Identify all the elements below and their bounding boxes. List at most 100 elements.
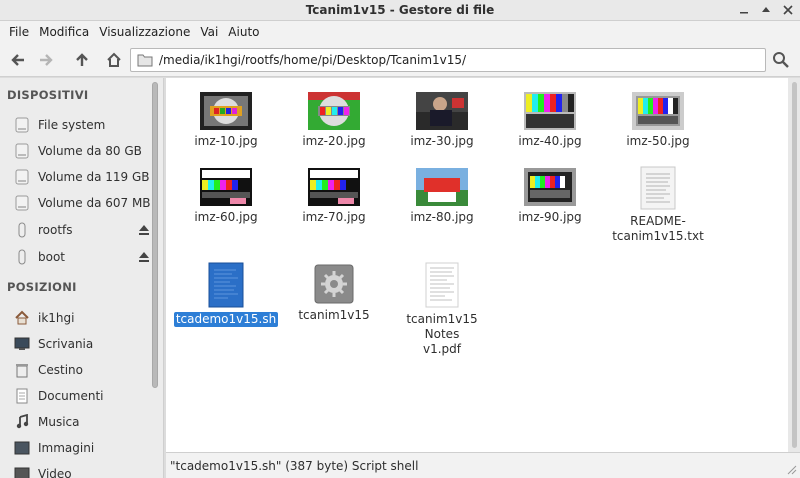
file-item[interactable]: imz-50.jpg — [604, 92, 712, 149]
location-bar[interactable]: /media/ik1hgi/rootfs/home/pi/Desktop/Tca… — [130, 48, 766, 72]
sidebar-item-documents[interactable]: Documenti — [14, 386, 152, 406]
maximize-icon[interactable] — [758, 2, 774, 18]
sidebar-item-desktop[interactable]: Scrivania — [14, 334, 152, 354]
drive-icon — [14, 195, 30, 211]
eject-icon[interactable] — [138, 251, 150, 263]
image-thumbnail — [308, 168, 360, 206]
home-icon — [14, 310, 30, 326]
title-bar: Tcanim1v15 - Gestore di file — [0, 0, 800, 21]
file-name: imz-40.jpg — [518, 134, 582, 148]
file-view[interactable]: imz-10.jpg imz-20.jpg imz-30.jpg imz-40.… — [166, 78, 788, 452]
file-name: tcademo1v15.sh — [173, 312, 279, 327]
file-item[interactable]: imz-20.jpg — [280, 92, 388, 149]
folder-icon — [137, 54, 153, 67]
image-thumbnail — [200, 92, 252, 130]
sidebar-item-label: Cestino — [38, 363, 83, 377]
back-button[interactable] — [8, 50, 28, 70]
sidebar-item-volume-119[interactable]: Volume da 119 GB — [14, 167, 152, 187]
eject-icon[interactable] — [138, 224, 150, 236]
resize-grip-icon[interactable] — [787, 465, 797, 475]
menu-go[interactable]: Vai — [195, 25, 223, 39]
file-name: tcanim1v15 — [298, 308, 370, 322]
file-view-scroll-thumb[interactable] — [792, 82, 797, 448]
file-name: tcanim1v15 Notes v1.pdf — [406, 312, 478, 356]
file-item[interactable]: tcanim1v15 — [280, 264, 388, 323]
arrow-left-icon — [11, 54, 24, 66]
sidebar-item-volume-80[interactable]: Volume da 80 GB — [14, 141, 152, 161]
menu-bar: File Modifica Visualizzazione Vai Aiuto — [0, 21, 800, 43]
arrow-right-icon — [40, 54, 53, 66]
file-item[interactable]: imz-60.jpg — [172, 168, 280, 225]
file-name: imz-90.jpg — [518, 210, 582, 224]
file-item[interactable]: imz-70.jpg — [280, 168, 388, 225]
file-item[interactable]: imz-30.jpg — [388, 92, 496, 149]
executable-gear-icon — [314, 264, 354, 304]
image-thumbnail — [632, 92, 684, 130]
file-name: imz-70.jpg — [302, 210, 366, 224]
sidebar-item-label: Musica — [38, 415, 80, 429]
documents-icon — [14, 388, 30, 404]
menu-file[interactable]: File — [4, 25, 34, 39]
file-view-scrollbar[interactable] — [788, 78, 800, 452]
sidebar-scroll-thumb[interactable] — [152, 82, 158, 388]
sidebar-item-label: Immagini — [38, 441, 95, 455]
usb-drive-icon — [14, 249, 30, 265]
drive-icon — [14, 117, 30, 133]
sidebar-item-trash[interactable]: Cestino — [14, 360, 152, 380]
sidebar-item-video[interactable]: Video — [14, 464, 152, 478]
up-button[interactable] — [72, 50, 92, 70]
file-name: imz-30.jpg — [410, 134, 474, 148]
sidebar-item-volume-607[interactable]: Volume da 607 MB — [14, 193, 152, 213]
image-thumbnail — [308, 92, 360, 130]
sidebar-item-rootfs[interactable]: rootfs — [14, 220, 152, 240]
forward-button[interactable] — [36, 50, 56, 70]
file-item[interactable]: tcanim1v15 Notes v1.pdf — [388, 262, 496, 357]
sidebar-item-filesystem[interactable]: File system — [14, 115, 152, 135]
sidebar-item-label: Documenti — [38, 389, 104, 403]
window-title: Tcanim1v15 - Gestore di file — [305, 3, 495, 17]
sidebar-item-label: boot — [38, 250, 66, 264]
status-text: "tcademo1v15.sh" (387 byte) Script shell — [170, 458, 419, 473]
location-path: /media/ik1hgi/rootfs/home/pi/Desktop/Tca… — [159, 53, 467, 67]
sidebar-item-music[interactable]: Musica — [14, 412, 152, 432]
sidebar-item-pictures[interactable]: Immagini — [14, 438, 152, 458]
file-name: imz-20.jpg — [302, 134, 366, 148]
minimize-icon[interactable] — [736, 2, 752, 18]
file-item[interactable]: imz-40.jpg — [496, 92, 604, 149]
sidebar-item-label: Volume da 80 GB — [38, 144, 142, 158]
video-icon — [14, 466, 30, 478]
music-icon — [14, 414, 30, 430]
close-icon[interactable] — [780, 2, 796, 18]
sidebar-scrollbar[interactable] — [150, 78, 160, 478]
sidebar-item-label: Volume da 607 MB — [38, 196, 151, 210]
image-thumbnail — [524, 92, 576, 130]
file-name: imz-80.jpg — [410, 210, 474, 224]
sidebar-item-label: Volume da 119 GB — [38, 170, 150, 184]
usb-drive-icon — [14, 222, 30, 238]
file-item[interactable]: imz-90.jpg — [496, 168, 604, 225]
drive-icon — [14, 143, 30, 159]
sidebar-item-label: rootfs — [38, 223, 73, 237]
file-item-selected[interactable]: tcademo1v15.sh — [172, 262, 280, 327]
menu-edit[interactable]: Modifica — [34, 25, 94, 39]
pictures-icon — [14, 440, 30, 456]
sidebar-item-boot[interactable]: boot — [14, 247, 152, 267]
file-item[interactable]: README-tcanim1v15.txt — [604, 166, 712, 244]
search-button[interactable] — [772, 51, 792, 71]
home-button[interactable] — [104, 50, 124, 70]
sidebar-item-label: Scrivania — [38, 337, 94, 351]
file-item[interactable]: imz-80.jpg — [388, 168, 496, 225]
sidebar-item-home[interactable]: ik1hgi — [14, 308, 152, 328]
image-thumbnail — [416, 92, 468, 130]
file-name: imz-50.jpg — [626, 134, 690, 148]
places-header: POSIZIONI — [7, 280, 77, 294]
trash-icon — [14, 362, 30, 378]
file-name: README-tcanim1v15.txt — [612, 214, 704, 243]
devices-header: DISPOSITIVI — [7, 88, 89, 102]
text-document-icon — [640, 166, 676, 210]
home-icon — [107, 52, 121, 67]
menu-help[interactable]: Aiuto — [223, 25, 264, 39]
file-item[interactable]: imz-10.jpg — [172, 92, 280, 149]
menu-view[interactable]: Visualizzazione — [94, 25, 195, 39]
desktop-icon — [14, 336, 30, 352]
